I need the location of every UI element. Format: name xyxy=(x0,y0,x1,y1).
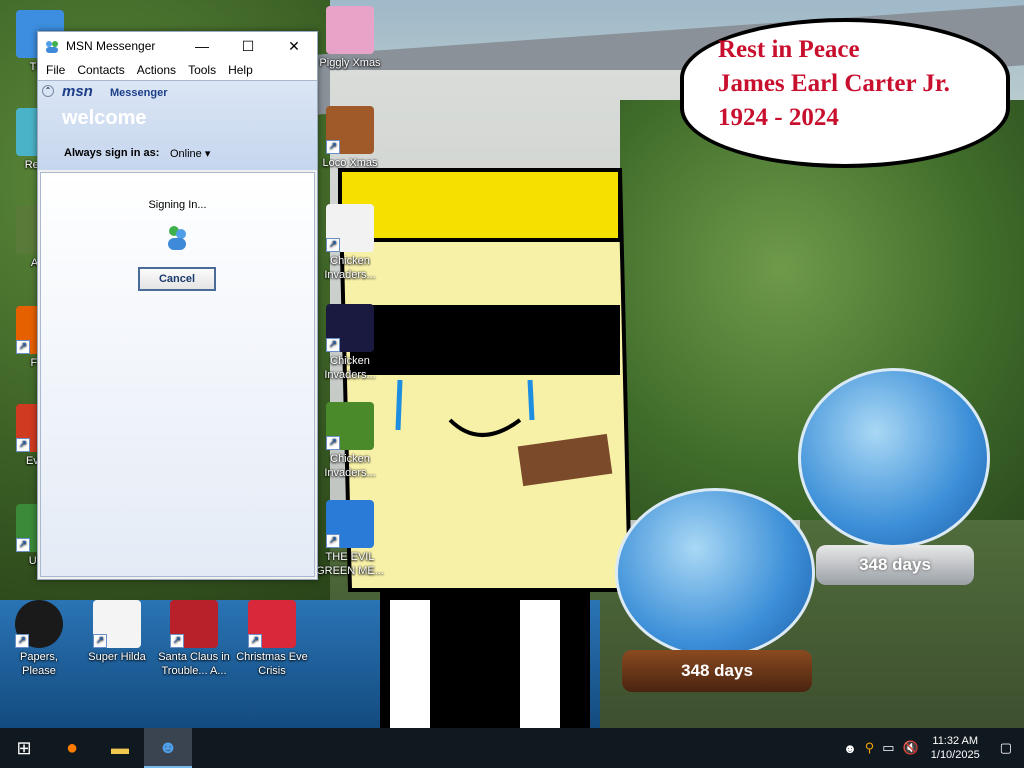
title-bar[interactable]: MSN Messenger — ☐ ✕ xyxy=(38,32,317,60)
shortcut-arrow-icon: ↗ xyxy=(170,634,184,648)
globe-base-left: 348 days xyxy=(622,650,812,692)
shortcut-arrow-icon: ↗ xyxy=(15,634,29,648)
icon-label: Chicken Invaders... xyxy=(324,453,376,479)
menu-contacts[interactable]: Contacts xyxy=(71,63,130,77)
msn-brand: msn xyxy=(62,83,93,100)
status-value: Online xyxy=(170,148,202,160)
system-tray: ☻ ⚲ ▭ 🔇 11:32 AM 1/10/2025 ▢ xyxy=(839,728,1024,768)
bubble-line-2: James Earl Carter Jr. xyxy=(718,70,950,97)
firefox-icon: ● xyxy=(65,736,79,759)
windows-icon: ⊞ xyxy=(16,737,32,758)
icon-label: Santa Claus in Trouble... A... xyxy=(158,651,230,677)
desktop-icon-piggly-xmas[interactable]: Piggly Xmas xyxy=(314,6,386,70)
desktop-icon-christmas-eve-crisis[interactable]: ↗ Christmas Eve Crisis xyxy=(236,600,308,678)
icon-label: Papers, Please xyxy=(20,651,58,677)
messenger-header: ⌃ msn Messenger welcome Always sign in a… xyxy=(38,80,317,170)
desktop-icon-chicken-invaders-1[interactable]: ↗ Chicken Invaders... xyxy=(314,204,386,282)
bubble-line-3: 1924 - 2024 xyxy=(718,104,839,131)
clock-date: 1/10/2025 xyxy=(930,749,980,761)
network-icon[interactable]: ▭ xyxy=(878,740,898,756)
menu-bar: File Contacts Actions Tools Help xyxy=(38,60,317,80)
notifications-icon[interactable]: ▢ xyxy=(988,740,1024,756)
msn-logo-icon xyxy=(46,41,58,53)
shortcut-arrow-icon: ↗ xyxy=(326,238,340,252)
bear-icon: ↗ xyxy=(326,106,374,154)
icon-label: Christmas Eve Crisis xyxy=(236,651,308,677)
shortcut-arrow-icon: ↗ xyxy=(16,538,30,552)
shortcut-arrow-icon: ↗ xyxy=(326,534,340,548)
shortcut-arrow-icon: ↗ xyxy=(16,438,30,452)
taskbar-file-explorer[interactable]: ▬ xyxy=(96,728,144,768)
shortcut-arrow-icon: ↗ xyxy=(93,634,107,648)
icon-label: Super Hilda xyxy=(88,651,146,663)
santa-icon: ↗ xyxy=(248,600,296,648)
buddy-icon xyxy=(168,226,186,250)
chevron-down-icon: ▾ xyxy=(204,148,211,160)
collapse-icon[interactable]: ⌃ xyxy=(42,85,54,97)
santa-icon: ↗ xyxy=(170,600,218,648)
desktop-icon-santa-claus-in-trouble[interactable]: ↗ Santa Claus in Trouble... A... xyxy=(158,600,230,678)
chicken-icon: ↗ xyxy=(326,204,374,252)
welcome-heading: welcome xyxy=(62,107,147,129)
taskbar: ⊞ ● ▬ ☻ ☻ ⚲ ▭ 🔇 11:32 AM 1/10/2025 ▢ xyxy=(0,728,1024,768)
start-button[interactable]: ⊞ xyxy=(0,728,48,768)
icon-label: Loco Xmas xyxy=(322,157,378,169)
close-button[interactable]: ✕ xyxy=(271,32,317,60)
desktop-icon-evil-green-messenger[interactable]: ↗ THE EVIL GREEN ME... xyxy=(314,500,386,578)
folder-icon: ▬ xyxy=(111,737,129,758)
menu-help[interactable]: Help xyxy=(222,63,259,77)
search-icon[interactable]: ⚲ xyxy=(861,740,879,756)
shortcut-arrow-icon: ↗ xyxy=(248,634,262,648)
chicken-icon: ↗ xyxy=(326,402,374,450)
clock-time: 11:32 AM xyxy=(932,735,979,747)
signin-panel: Signing In... Cancel xyxy=(40,172,315,577)
globe-base-right: 348 days xyxy=(816,545,974,585)
clock[interactable]: 11:32 AM 1/10/2025 xyxy=(923,734,988,762)
minimize-button[interactable]: — xyxy=(179,32,225,60)
sign-in-label: Always sign in as: xyxy=(64,147,160,159)
snow-globe-right xyxy=(798,368,990,548)
papers-please-icon: ↗ xyxy=(15,600,63,648)
desktop-icon-chicken-invaders-3[interactable]: ↗ Chicken Invaders... xyxy=(314,402,386,480)
msn-messenger-window[interactable]: MSN Messenger — ☐ ✕ File Contacts Action… xyxy=(37,31,318,580)
pig-icon xyxy=(326,6,374,54)
desktop-icon-super-hilda[interactable]: ↗ Super Hilda xyxy=(81,600,153,664)
messenger-brand: Messenger xyxy=(110,87,168,99)
desktop-icon-loco-xmas[interactable]: ↗ Loco Xmas xyxy=(314,106,386,170)
bubble-line-1: Rest in Peace xyxy=(718,36,860,63)
msn-logo-icon: ☻ xyxy=(158,736,178,757)
taskbar-firefox[interactable]: ● xyxy=(48,728,96,768)
desktop-icon-chicken-invaders-2[interactable]: ↗ Chicken Invaders... xyxy=(314,304,386,382)
msn-tray-icon[interactable]: ☻ xyxy=(839,741,861,756)
messenger-icon: ↗ xyxy=(326,500,374,548)
shortcut-arrow-icon: ↗ xyxy=(326,436,340,450)
cancel-button[interactable]: Cancel xyxy=(138,267,216,291)
shortcut-arrow-icon: ↗ xyxy=(16,340,30,354)
chicken-icon: ↗ xyxy=(326,304,374,352)
icon-label: THE EVIL GREEN ME... xyxy=(316,551,384,577)
window-title: MSN Messenger xyxy=(66,39,156,53)
menu-actions[interactable]: Actions xyxy=(131,63,182,77)
status-dropdown[interactable]: Online ▾ xyxy=(170,147,210,160)
signing-in-text: Signing In... xyxy=(148,199,207,211)
volume-muted-icon[interactable]: 🔇 xyxy=(899,740,923,756)
maximize-button[interactable]: ☐ xyxy=(225,32,271,60)
speech-bubble: Rest in Peace James Earl Carter Jr. 1924… xyxy=(680,18,1010,168)
desktop-icon-papers-please[interactable]: ↗ Papers, Please xyxy=(3,600,75,678)
menu-tools[interactable]: Tools xyxy=(182,63,222,77)
shortcut-arrow-icon: ↗ xyxy=(326,140,340,154)
menu-file[interactable]: File xyxy=(40,63,71,77)
shortcut-arrow-icon: ↗ xyxy=(326,338,340,352)
icon-label: Chicken Invaders... xyxy=(324,355,376,381)
snow-globe-left xyxy=(615,488,815,658)
taskbar-msn-messenger[interactable]: ☻ xyxy=(144,728,192,768)
icon-label: Piggly Xmas xyxy=(319,57,381,69)
hilda-icon: ↗ xyxy=(93,600,141,648)
icon-label: Chicken Invaders... xyxy=(324,255,376,281)
